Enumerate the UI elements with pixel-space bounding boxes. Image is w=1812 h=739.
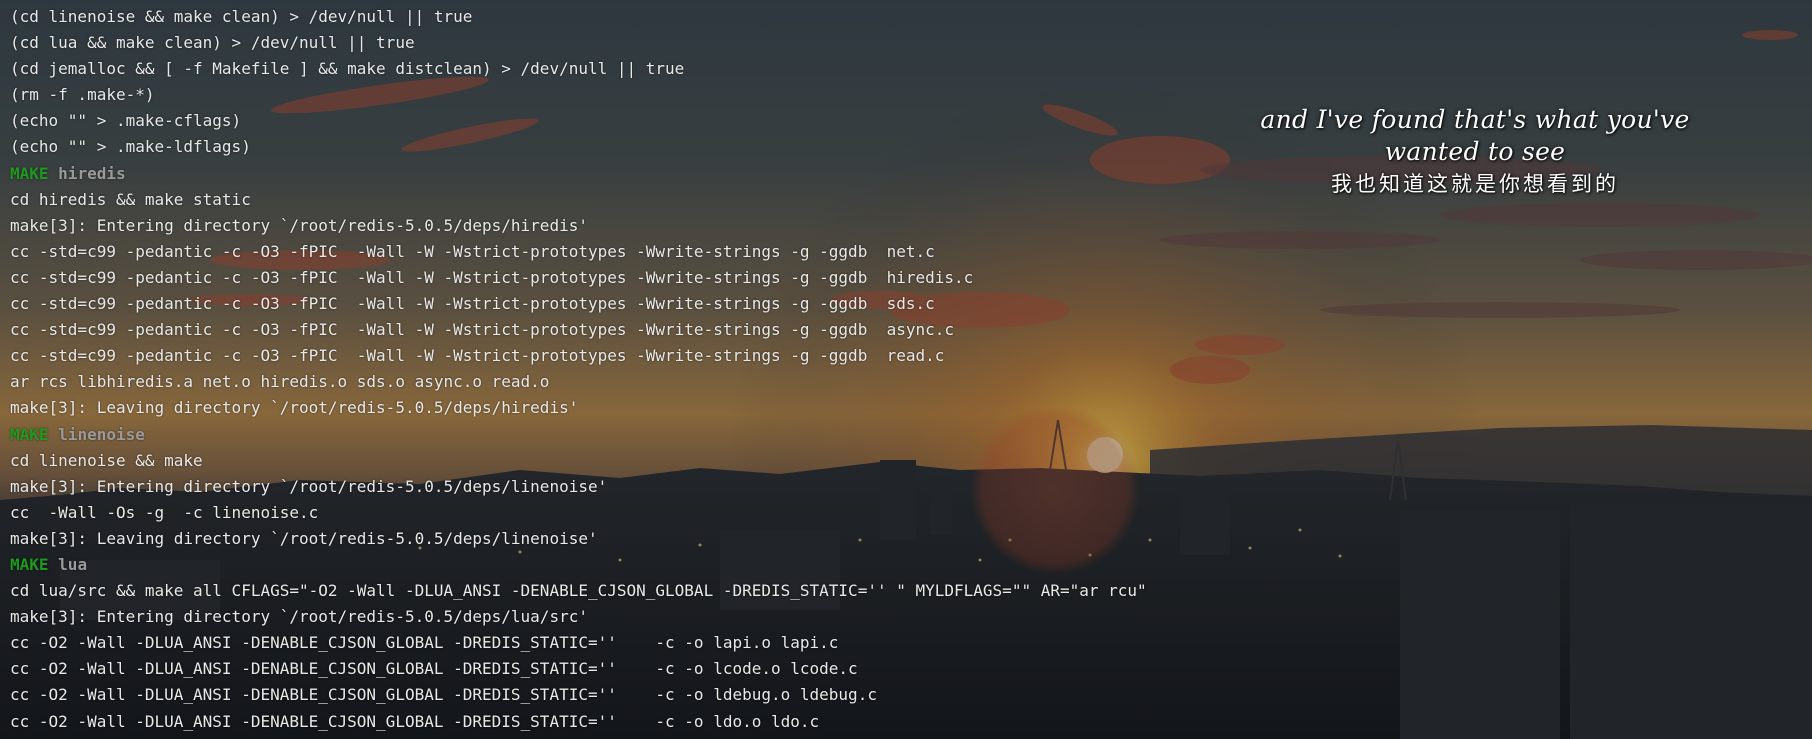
terminal-line: cc -std=c99 -pedantic -c -O3 -fPIC -Wall… — [10, 320, 955, 340]
make-target: linenoise — [58, 424, 145, 444]
terminal-line: cc -std=c99 -pedantic -c -O3 -fPIC -Wall… — [10, 294, 935, 314]
terminal-line: (cd linenoise && make clean) > /dev/null… — [10, 7, 473, 26]
terminal-line: cc -O2 -Wall -DLUA_ANSI -DENABLE_CJSON_G… — [10, 633, 839, 653]
terminal-line: cc -O2 -Wall -DLUA_ANSI -DENABLE_CJSON_G… — [10, 659, 858, 679]
lyrics-chinese-line: 我也知道这就是你想看到的 — [1331, 172, 1619, 196]
terminal-line: cd lua/src && make all CFLAGS="-O2 -Wall… — [10, 581, 1147, 601]
terminal-window[interactable]: (cd linenoise && make clean) > /dev/null… — [0, 0, 1812, 739]
make-target: hiredis — [58, 163, 126, 183]
terminal-line: make[3]: Entering directory `/root/redis… — [10, 607, 588, 627]
terminal-line: make[3]: Leaving directory `/root/redis-… — [10, 398, 579, 418]
terminal-line: make[3]: Entering directory `/root/redis… — [10, 476, 608, 496]
terminal-line: cc -std=c99 -pedantic -c -O3 -fPIC -Wall… — [10, 241, 935, 261]
make-tag: MAKE — [10, 554, 49, 574]
make-status-line: MAKE lua — [10, 552, 1800, 578]
terminal-line: cc -O2 -Wall -DLUA_ANSI -DENABLE_CJSON_G… — [10, 685, 877, 705]
lyrics-english-line: and I've found that's what you've wanted… — [1260, 105, 1690, 166]
lyrics-overlay: and I've found that's what you've wanted… — [1210, 104, 1740, 200]
terminal-line: cd linenoise && make — [10, 450, 203, 470]
terminal-line: (cd jemalloc && [ -f Makefile ] && make … — [10, 59, 685, 79]
terminal-line: ar rcs libhiredis.a net.o hiredis.o sds.… — [10, 372, 550, 392]
make-status-line: MAKE linenoise — [10, 422, 1800, 448]
terminal-line: (cd lua && make clean) > /dev/null || tr… — [10, 33, 415, 53]
make-tag: MAKE — [10, 424, 49, 444]
terminal-line: make[3]: Leaving directory `/root/redis-… — [10, 528, 598, 548]
make-tag: MAKE — [10, 163, 49, 183]
terminal-line: make[3]: Entering directory `/root/redis… — [10, 215, 588, 235]
terminal-line: cc -std=c99 -pedantic -c -O3 -fPIC -Wall… — [10, 346, 945, 366]
terminal-line: cc -Wall -Os -g -c linenoise.c — [10, 502, 319, 522]
terminal-line: cc -std=c99 -pedantic -c -O3 -fPIC -Wall… — [10, 267, 974, 287]
make-target: lua — [58, 554, 88, 574]
terminal-line: cc -O2 -Wall -DLUA_ANSI -DENABLE_CJSON_G… — [10, 711, 820, 731]
